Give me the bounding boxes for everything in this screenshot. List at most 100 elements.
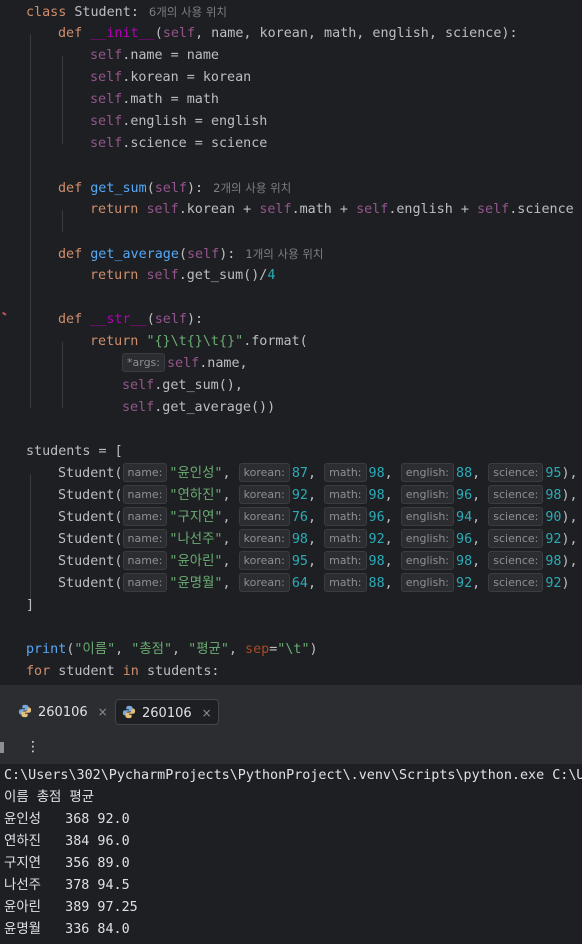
student-name: "윤아린" <box>169 554 223 569</box>
science-score: 90 <box>545 510 562 525</box>
code-line-def-str[interactable]: def __str__(self): <box>58 309 203 331</box>
keyword-arg: sep <box>245 642 270 657</box>
code-line-print[interactable]: print("이름", "총점", "평균", sep="\t") <box>26 639 318 661</box>
student-row[interactable]: Student(name: "나선주", korean: 98, math: 92, … <box>58 529 578 551</box>
row-end: ) <box>561 576 570 591</box>
colon: : <box>130 5 139 20</box>
indent-guide <box>30 474 31 606</box>
student-row[interactable]: Student(name: "연하진", korean: 92, math: 98, … <box>58 485 578 507</box>
row-end: ), <box>561 488 578 503</box>
param-hint: english: <box>400 529 455 548</box>
science-score: 92 <box>545 576 562 591</box>
function-name: print <box>26 642 67 657</box>
params: (self, name, korean, math, english, scie… <box>154 26 518 41</box>
student-name: "윤명월" <box>169 576 223 591</box>
param-hint: science: <box>488 463 544 482</box>
code-line-def-get-average[interactable]: def get_average(self): 1개의 사용 위치 <box>58 243 323 265</box>
param-hint: math: <box>324 463 367 482</box>
param-hint: math: <box>324 507 367 526</box>
english-score: 92 <box>456 576 473 591</box>
attr: korean <box>130 70 179 85</box>
string: "평균" <box>188 642 229 657</box>
params: (self): <box>146 181 204 196</box>
code-line-assign[interactable]: self.science = science <box>90 133 267 155</box>
number: 4 <box>267 268 276 283</box>
code-line-def-get-sum[interactable]: def get_sum(self): 2개의 사용 위치 <box>58 177 291 199</box>
math-score: 88 <box>368 576 385 591</box>
math-score: 98 <box>368 466 385 481</box>
param-hint: name: <box>122 507 168 526</box>
method-name: __init__ <box>90 26 155 41</box>
console-line: 윤명월 336 84.0 <box>4 922 130 937</box>
keyword: in <box>122 664 139 679</box>
math-score: 92 <box>368 532 385 547</box>
console-line: 윤아린 389 97.25 <box>4 900 138 915</box>
attr: math <box>130 92 163 107</box>
math-score: 98 <box>368 554 385 569</box>
method-name: get_sum <box>90 181 147 196</box>
code-line-assign[interactable]: self.name = name <box>90 45 219 67</box>
code-editor[interactable]: class Student: 6개의 사용 위치 def __init__(sel… <box>0 0 582 684</box>
param-hint: science: <box>488 507 544 526</box>
student-name: "윤인성" <box>169 466 223 481</box>
code-line-arg[interactable]: *args: self.name, <box>122 353 248 375</box>
param-hint: *args: <box>122 353 165 372</box>
param-hint: english: <box>400 463 455 482</box>
indent-guide <box>62 56 63 144</box>
student-row[interactable]: Student(name: "구지연", korean: 76, math: 96, … <box>58 507 578 529</box>
keyword: def <box>58 181 83 196</box>
code-line-class[interactable]: class Student: 6개의 사용 위치 <box>26 1 227 23</box>
param-hint: korean: <box>238 551 290 570</box>
params: (self): <box>178 247 236 262</box>
close-icon[interactable]: × <box>202 706 212 720</box>
param-hint: korean: <box>238 485 290 504</box>
stop-icon[interactable] <box>0 742 4 753</box>
loop-var: student <box>58 664 115 679</box>
usage-hint[interactable]: 1개의 사용 위치 <box>245 247 323 261</box>
code-line-return-average[interactable]: return self.get_sum()/4 <box>90 265 275 287</box>
iterable: students: <box>146 664 220 679</box>
korean-score: 95 <box>291 554 308 569</box>
keyword: for <box>26 664 51 679</box>
code-line-arg[interactable]: self.get_average()) <box>122 397 275 419</box>
student-row[interactable]: Student(name: "윤인성", korean: 87, math: 98, … <box>58 463 578 485</box>
usage-hint[interactable]: 2개의 사용 위치 <box>213 181 291 195</box>
run-tab-active[interactable]: 260106 × <box>115 699 219 725</box>
code-line-return-format[interactable]: return "{}\t{}\t{}".format( <box>90 331 308 353</box>
code-line-arg[interactable]: self.get_sum(), <box>122 375 243 397</box>
korean-score: 92 <box>291 488 308 503</box>
usage-hint[interactable]: 6개의 사용 위치 <box>149 5 227 19</box>
code-line-assign[interactable]: self.korean = korean <box>90 67 251 89</box>
science-score: 98 <box>545 488 562 503</box>
student-row[interactable]: Student(name: "윤명월", korean: 64, math: 88, … <box>58 573 570 595</box>
code-line-assign[interactable]: self.math = math <box>90 89 219 111</box>
param-hint: math: <box>324 529 367 548</box>
close-icon[interactable]: × <box>98 705 108 719</box>
string: "\t" <box>277 642 310 657</box>
more-options-icon[interactable]: ⋮ <box>26 739 40 755</box>
param-hint: korean: <box>238 573 290 592</box>
string: "이름" <box>74 642 116 657</box>
code-line-return-sum[interactable]: return self.korean + self.math + self.en… <box>90 199 574 221</box>
param-hint: english: <box>400 551 455 570</box>
param-hint: english: <box>400 485 455 504</box>
code-line-for[interactable]: for student in students: <box>26 661 220 683</box>
run-tab[interactable]: 260106 × <box>12 699 114 725</box>
code-line-students-close[interactable]: ] <box>26 595 34 617</box>
student-row[interactable]: Student(name: "윤아린", korean: 95, math: 98, … <box>58 551 578 573</box>
korean-score: 76 <box>291 510 308 525</box>
value: korean <box>202 70 252 85</box>
row-end: ), <box>561 466 578 481</box>
korean-score: 87 <box>291 466 308 481</box>
param-hint: name: <box>122 485 168 504</box>
param-hint: name: <box>122 573 168 592</box>
method-name: __str__ <box>90 312 147 327</box>
code-line-init[interactable]: def __init__(self, name, korean, math, e… <box>58 23 518 45</box>
run-console[interactable]: C:\Users\302\PycharmProjects\PythonProje… <box>0 764 582 944</box>
code-line-students-open[interactable]: students = [ <box>26 441 123 463</box>
code-line-assign[interactable]: self.english = english <box>90 111 267 133</box>
param-hint: name: <box>122 529 168 548</box>
param-hint: korean: <box>238 463 290 482</box>
gutter-marker <box>0 311 7 323</box>
english-score: 88 <box>456 466 473 481</box>
